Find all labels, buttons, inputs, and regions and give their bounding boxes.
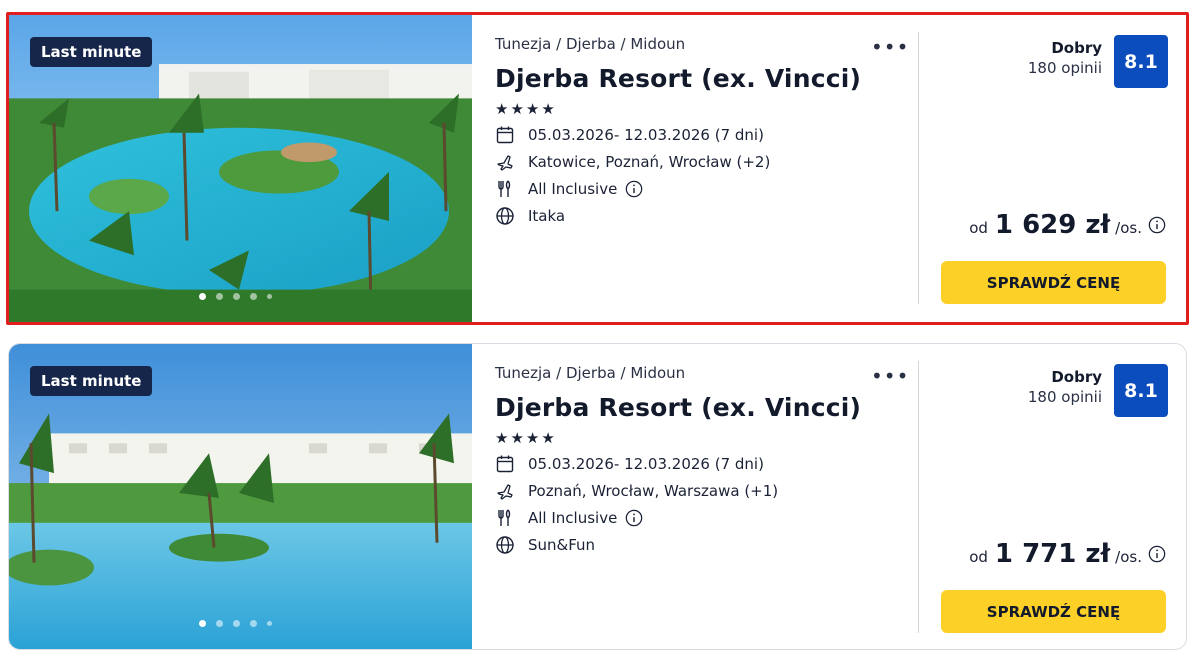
heart-icon[interactable] <box>417 363 472 649</box>
price-amount: 1 771 zł <box>994 539 1111 569</box>
offer-card[interactable]: Last minute Tunezja / Djerba / Midoun Dj… <box>8 343 1187 650</box>
photo-dot[interactable] <box>250 293 257 300</box>
offer-card[interactable]: Last minute Tunezja / Djerba / Midoun Dj… <box>6 12 1189 325</box>
plane-icon <box>495 152 515 172</box>
globe-icon <box>495 535 515 555</box>
offer-info: Tunezja / Djerba / Midoun Djerba Resort … <box>495 364 895 555</box>
hotel-stars: ★★★★ <box>495 100 557 118</box>
offer-info: Tunezja / Djerba / Midoun Djerba Resort … <box>495 35 895 226</box>
operator-row: Sun&Fun <box>495 535 895 555</box>
operator-text: Itaka <box>528 207 566 225</box>
photo-dot[interactable] <box>267 294 272 299</box>
photo-dot[interactable] <box>250 620 257 627</box>
photo-dot[interactable] <box>267 621 272 626</box>
dates-row: 05.03.2026- 12.03.2026 (7 dni) <box>495 125 895 145</box>
last-minute-badge: Last minute <box>30 37 153 67</box>
more-dots-icon[interactable]: ••• <box>871 364 909 388</box>
hotel-stars: ★★★★ <box>495 429 557 447</box>
board-row: All Inclusive <box>495 179 895 199</box>
hotel-photo[interactable]: Last minute <box>9 15 472 322</box>
plane-icon <box>495 481 515 501</box>
info-icon[interactable] <box>1148 216 1166 234</box>
rating-label: Dobry <box>1051 368 1102 386</box>
check-price-button[interactable]: SPRAWDŹ CENĘ <box>941 261 1166 304</box>
rating-score: 8.1 <box>1114 364 1168 417</box>
divider <box>918 32 919 304</box>
photo-pagination[interactable] <box>199 293 272 300</box>
breadcrumb[interactable]: Tunezja / Djerba / Midoun <box>495 364 895 382</box>
cutlery-icon <box>495 508 515 528</box>
departure-text: Katowice, Poznań, Wrocław (+2) <box>528 153 771 171</box>
rating-score: 8.1 <box>1114 35 1168 88</box>
departure-row: Poznań, Wrocław, Warszawa (+1) <box>495 481 895 501</box>
departure-row: Katowice, Poznań, Wrocław (+2) <box>495 152 895 172</box>
photo-dot[interactable] <box>233 293 240 300</box>
price-block: od 1 771 zł /os. <box>969 539 1166 569</box>
cutlery-icon <box>495 179 515 199</box>
photo-pagination[interactable] <box>199 620 272 627</box>
departure-text: Poznań, Wrocław, Warszawa (+1) <box>528 482 779 500</box>
price-prefix: od <box>969 548 988 566</box>
price-suffix: /os. <box>1115 548 1142 566</box>
photo-dot[interactable] <box>199 620 206 627</box>
reviews-count[interactable]: 180 opinii <box>1028 59 1102 77</box>
price-prefix: od <box>969 219 988 237</box>
dates-text: 05.03.2026- 12.03.2026 (7 dni) <box>528 455 764 473</box>
hotel-name[interactable]: Djerba Resort (ex. Vincci) <box>495 64 895 93</box>
hotel-photo[interactable]: Last minute <box>9 344 472 649</box>
heart-icon[interactable] <box>417 34 472 322</box>
calendar-icon <box>495 454 515 474</box>
price-block: od 1 629 zł /os. <box>969 210 1166 240</box>
board-text: All Inclusive <box>528 509 618 527</box>
rating-block[interactable]: Dobry 180 opinii 8.1 <box>1028 364 1168 417</box>
info-icon[interactable] <box>1148 545 1166 563</box>
last-minute-badge: Last minute <box>30 366 153 396</box>
divider <box>918 361 919 633</box>
photo-dot[interactable] <box>216 293 223 300</box>
price-suffix: /os. <box>1115 219 1142 237</box>
price-amount: 1 629 zł <box>994 210 1111 240</box>
operator-row: Itaka <box>495 206 895 226</box>
breadcrumb[interactable]: Tunezja / Djerba / Midoun <box>495 35 895 53</box>
calendar-icon <box>495 125 515 145</box>
globe-icon <box>495 206 515 226</box>
board-row: All Inclusive <box>495 508 895 528</box>
dates-text: 05.03.2026- 12.03.2026 (7 dni) <box>528 126 764 144</box>
offer-list: Last minute Tunezja / Djerba / Midoun Dj… <box>0 0 1200 657</box>
board-text: All Inclusive <box>528 180 618 198</box>
more-dots-icon[interactable]: ••• <box>871 35 909 59</box>
photo-dot[interactable] <box>199 293 206 300</box>
dates-row: 05.03.2026- 12.03.2026 (7 dni) <box>495 454 895 474</box>
info-icon[interactable] <box>625 180 643 198</box>
hotel-name[interactable]: Djerba Resort (ex. Vincci) <box>495 393 895 422</box>
photo-dot[interactable] <box>233 620 240 627</box>
info-icon[interactable] <box>625 509 643 527</box>
reviews-count[interactable]: 180 opinii <box>1028 388 1102 406</box>
rating-label: Dobry <box>1051 39 1102 57</box>
check-price-button[interactable]: SPRAWDŹ CENĘ <box>941 590 1166 633</box>
operator-text: Sun&Fun <box>528 536 596 554</box>
photo-dot[interactable] <box>216 620 223 627</box>
rating-block[interactable]: Dobry 180 opinii 8.1 <box>1028 35 1168 88</box>
